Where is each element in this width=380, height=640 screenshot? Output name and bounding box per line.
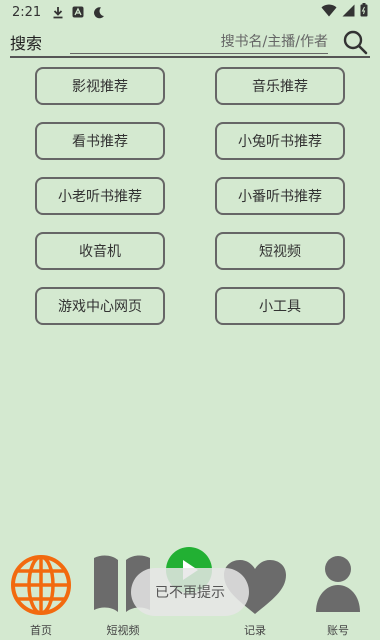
nav-account[interactable]: 账号	[303, 548, 373, 640]
battery-icon	[360, 3, 368, 21]
category-short-video-button[interactable]: 短视频	[215, 232, 345, 270]
nav-records-label: 记录	[244, 624, 266, 637]
user-icon	[316, 556, 360, 612]
category-tools-button[interactable]: 小工具	[215, 287, 345, 325]
search-icon[interactable]	[342, 29, 368, 55]
status-bar: 2:21	[0, 0, 380, 24]
category-book-recommend-button[interactable]: 看书推荐	[35, 122, 165, 160]
search-bar: 搜索	[10, 28, 370, 58]
nav-home[interactable]: 首页	[6, 548, 76, 640]
category-rabbit-audiobook-button[interactable]: 小兔听书推荐	[215, 122, 345, 160]
download-icon	[51, 5, 65, 19]
status-right-group	[321, 3, 368, 21]
toast-message: 已不再提示	[131, 568, 249, 616]
category-video-recommend-button[interactable]: 影视推荐	[35, 67, 165, 105]
category-radio-button[interactable]: 收音机	[35, 232, 165, 270]
status-time: 2:21	[12, 4, 42, 20]
nav-home-label: 首页	[30, 624, 52, 637]
globe-icon	[11, 555, 71, 615]
app-badge-icon	[71, 5, 85, 19]
category-music-recommend-button[interactable]: 音乐推荐	[215, 67, 345, 105]
category-lao-audiobook-button[interactable]: 小老听书推荐	[35, 177, 165, 215]
search-input[interactable]	[70, 30, 328, 54]
nav-short-video-label: 短视频	[106, 624, 140, 637]
signal-icon	[342, 4, 355, 21]
wifi-icon	[321, 4, 337, 21]
toast-text: 已不再提示	[155, 585, 225, 601]
category-fan-audiobook-button[interactable]: 小番听书推荐	[215, 177, 345, 215]
category-game-center-button[interactable]: 游戏中心网页	[35, 287, 165, 325]
nav-account-label: 账号	[327, 624, 349, 637]
night-mode-icon	[91, 5, 105, 19]
search-label: 搜索	[10, 34, 43, 53]
